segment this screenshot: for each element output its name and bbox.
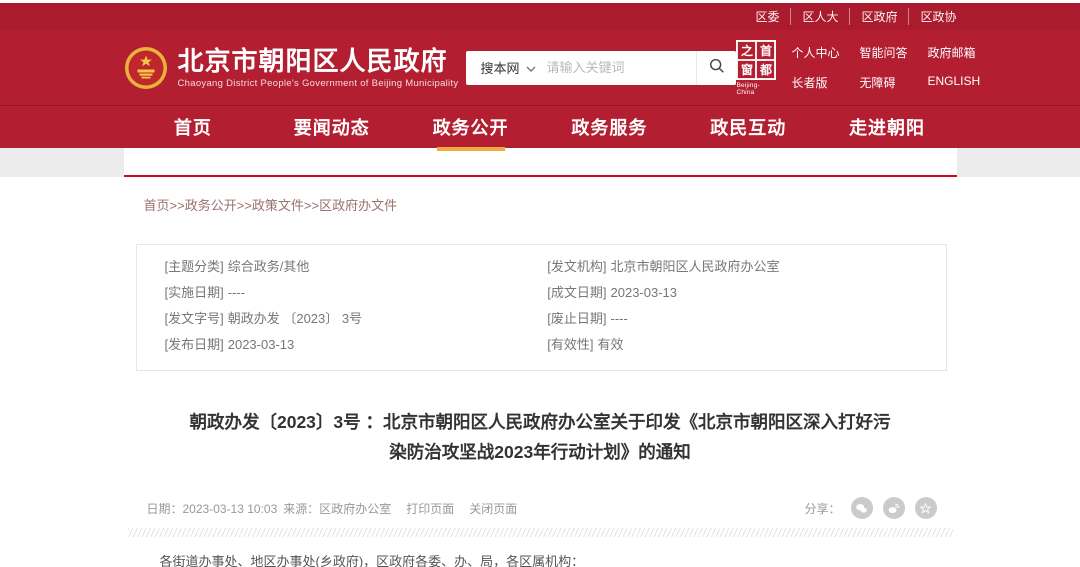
search-scope-dropdown[interactable]: 搜本网 — [466, 58, 546, 77]
nav-item-home[interactable]: 首页 — [124, 106, 263, 148]
wechat-share-icon[interactable] — [851, 497, 873, 519]
meta-left-column: [主题分类] 综合政务/其他 [实施日期] ---- [发文字号] 朝政办发 〔202… — [165, 254, 508, 358]
meta-value: ---- — [611, 311, 628, 326]
close-page-link[interactable]: 关闭页面 — [469, 500, 517, 517]
weibo-share-icon[interactable] — [883, 497, 905, 519]
meta-label: [废止日期] — [547, 311, 606, 326]
breadcrumb-home[interactable]: 首页 — [144, 198, 170, 213]
site-subtitle: Chaoyang District People's Government of… — [178, 78, 459, 89]
document-source: 来源：区政府办公室 — [283, 500, 391, 517]
quick-link-personal-center[interactable]: 个人中心 — [791, 44, 839, 61]
capital-logo-char: 窗 — [737, 60, 756, 79]
meta-label: [成文日期] — [547, 285, 606, 300]
topbar-link-district-peoples-congress[interactable]: 区人大 — [790, 8, 838, 25]
meta-label: [发文机构] — [547, 259, 606, 274]
content-top-rule — [124, 148, 957, 177]
breadcrumb-separator: >> — [237, 198, 252, 213]
topbar-link-district-committee[interactable]: 区委 — [755, 8, 779, 25]
chevron-down-icon — [526, 59, 536, 77]
nav-item-news[interactable]: 要闻动态 — [262, 106, 401, 148]
capital-window-logo[interactable]: 之 首 窗 都 Beijing-China — [736, 40, 776, 96]
site-name-block: 北京市朝阳区人民政府 Chaoyang District People's Go… — [178, 46, 459, 89]
search-scope-label: 搜本网 — [480, 58, 519, 77]
capital-logo-caption: Beijing-China — [736, 82, 776, 96]
meta-row-validity: [有效性] 有效 — [547, 332, 917, 358]
capital-logo-char: 首 — [756, 41, 775, 60]
active-tab-underline — [437, 147, 505, 151]
topbar-link-district-cppcc[interactable]: 区政协 — [908, 8, 956, 25]
capital-window-logo-box: 之 首 窗 都 — [736, 40, 776, 80]
capital-logo-char: 都 — [756, 60, 775, 79]
meta-label: [主题分类] — [165, 259, 224, 274]
document-date: 日期：2023-03-13 10:03 — [147, 500, 278, 517]
meta-right-column: [发文机构] 北京市朝阳区人民政府办公室 [成文日期] 2023-03-13 [废止… — [547, 254, 917, 358]
quick-link-senior-version[interactable]: 长者版 — [791, 74, 839, 91]
breadcrumb-policy-documents[interactable]: 政策文件 — [252, 198, 304, 213]
meta-row-document-number: [发文字号] 朝政办发 〔2023〕 3号 — [165, 306, 508, 332]
national-emblem-icon — [124, 46, 168, 90]
site-title: 北京市朝阳区人民政府 — [178, 46, 459, 76]
share-group: 分享： — [804, 497, 936, 519]
print-page-link[interactable]: 打印页面 — [406, 500, 454, 517]
share-label: 分享： — [804, 500, 840, 517]
search-input[interactable] — [546, 60, 696, 75]
topbar-link-district-government[interactable]: 区政府 — [849, 8, 897, 25]
top-links-bar: 区委 区人大 区政府 区政协 — [0, 3, 1080, 30]
hatched-separator — [128, 528, 953, 537]
meta-label: [发布日期] — [165, 337, 224, 352]
nav-item-gov-services[interactable]: 政务服务 — [540, 106, 679, 148]
quick-link-gov-mailbox[interactable]: 政府邮箱 — [928, 44, 981, 61]
header-right-group: 之 首 窗 都 Beijing-China 个人中心 智能问答 政府邮箱 长者版… — [736, 40, 980, 96]
document-meta-box: [主题分类] 综合政务/其他 [实施日期] ---- [发文字号] 朝政办发 〔202… — [136, 244, 947, 371]
favorite-star-share-icon[interactable] — [915, 497, 937, 519]
quick-link-smart-qa[interactable]: 智能问答 — [859, 44, 907, 61]
header-quick-links: 个人中心 智能问答 政府邮箱 长者版 无障碍 ENGLISH — [791, 44, 980, 91]
breadcrumb-district-office-documents[interactable]: 区政府办文件 — [319, 198, 397, 213]
breadcrumb-separator: >> — [304, 198, 319, 213]
meta-value: 2023-03-13 — [611, 285, 678, 300]
meta-label: [发文字号] — [165, 311, 224, 326]
breadcrumb-gov-disclosure[interactable]: 政务公开 — [185, 198, 237, 213]
meta-row-implementation-date: [实施日期] ---- — [165, 280, 508, 306]
meta-value: 2023-03-13 — [228, 337, 295, 352]
capital-logo-char: 之 — [737, 41, 756, 60]
nav-item-public-interaction[interactable]: 政民互动 — [679, 106, 818, 148]
meta-row-topic-category: [主题分类] 综合政务/其他 — [165, 254, 508, 280]
quick-link-english[interactable]: ENGLISH — [928, 74, 981, 91]
meta-value: 综合政务/其他 — [228, 259, 310, 274]
meta-row-publish-date: [发布日期] 2023-03-13 — [165, 332, 508, 358]
meta-value: ---- — [228, 285, 245, 300]
meta-row-written-date: [成文日期] 2023-03-13 — [547, 280, 917, 306]
nav-item-gov-affairs-disclosure[interactable]: 政务公开 — [401, 106, 540, 148]
document-body-first-line: 各街道办事处、地区办事处(乡政府)，区政府各委、办、局，各区属机构： — [147, 552, 949, 567]
meta-row-issuing-agency: [发文机构] 北京市朝阳区人民政府办公室 — [547, 254, 917, 280]
search-button[interactable] — [696, 51, 736, 85]
document-title: 朝政办发〔2023〕3号 ：北京市朝阳区人民政府办公室关于印发《北京市朝阳区深入… — [182, 407, 899, 467]
magnifier-icon — [708, 57, 726, 78]
breadcrumb-separator: >> — [170, 198, 185, 213]
site-search: 搜本网 — [466, 51, 736, 85]
meta-value: 朝政办发 〔2023〕 3号 — [228, 311, 362, 326]
site-header: 北京市朝阳区人民政府 Chaoyang District People's Go… — [0, 30, 1080, 105]
page-content: 首页>>政务公开>>政策文件>>区政府办文件 [主题分类]综合政务/其他 [实施… — [0, 177, 1080, 567]
meta-label: [有效性] — [547, 337, 593, 352]
meta-value: 北京市朝阳区人民政府办公室 — [611, 259, 780, 274]
subheader-band — [0, 148, 1080, 177]
document-info-row: 日期：2023-03-13 10:03 来源：区政府办公室 打印页面 关闭页面 … — [147, 497, 937, 519]
meta-label: [实施日期] — [165, 285, 224, 300]
quick-link-accessibility[interactable]: 无障碍 — [859, 74, 907, 91]
meta-value: 有效 — [598, 337, 624, 352]
nav-item-about-chaoyang[interactable]: 走进朝阳 — [818, 106, 957, 148]
meta-row-repeal-date: [废止日期] ---- — [547, 306, 917, 332]
main-navigation: 首页 要闻动态 政务公开 政务服务 政民互动 走进朝阳 — [0, 105, 1080, 148]
breadcrumb: 首页>>政务公开>>政策文件>>区政府办文件 — [144, 177, 957, 214]
